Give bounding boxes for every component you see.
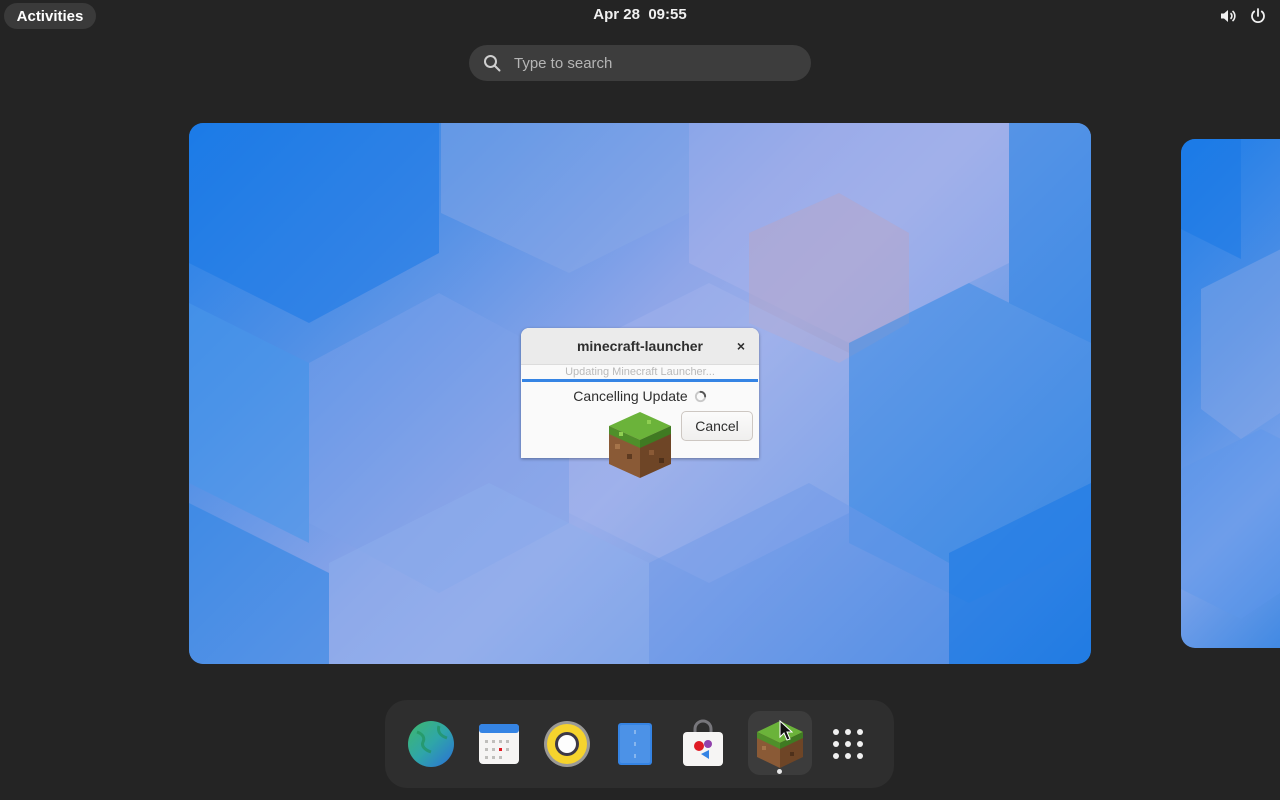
dash-item-text-editor[interactable] xyxy=(609,718,661,770)
dash-item-calendar[interactable] xyxy=(473,718,525,770)
wallpaper-next xyxy=(1181,139,1280,619)
dash-item-web-browser[interactable] xyxy=(405,718,457,770)
dash xyxy=(385,700,894,788)
search-icon xyxy=(484,55,501,72)
status-text: Cancelling Update xyxy=(573,388,688,404)
search-entry[interactable] xyxy=(469,45,811,81)
show-apps-button[interactable] xyxy=(822,718,874,770)
top-bar: Activities Apr 28 09:55 xyxy=(0,0,1280,32)
activities-button[interactable]: Activities xyxy=(4,3,96,29)
grass-block-icon xyxy=(609,412,671,478)
activities-label: Activities xyxy=(16,7,84,25)
volume-icon[interactable] xyxy=(1218,6,1238,26)
workspace-thumbnail-next[interactable] xyxy=(1181,139,1280,648)
cancel-button[interactable]: Cancel xyxy=(681,411,753,441)
progress-bar xyxy=(522,379,758,382)
dialog-status: Cancelling Update xyxy=(521,388,759,404)
system-tray[interactable] xyxy=(1218,6,1268,26)
dialog-title: minecraft-launcher xyxy=(576,338,704,354)
clock: Apr 28 09:55 xyxy=(0,6,1280,23)
calendar-icon xyxy=(479,724,519,764)
running-indicator xyxy=(777,769,782,774)
speaker-icon xyxy=(544,721,590,767)
close-icon[interactable]: × xyxy=(733,338,749,354)
search-input[interactable] xyxy=(512,53,786,73)
app-grid-icon xyxy=(833,729,863,759)
dialog-header[interactable]: minecraft-launcher × xyxy=(521,328,759,365)
power-icon[interactable] xyxy=(1248,6,1268,26)
dialog-subtitle: Updating Minecraft Launcher... xyxy=(565,366,715,378)
clock-button[interactable]: Apr 28 09:55 xyxy=(593,6,686,23)
dash-item-music-player[interactable] xyxy=(541,718,593,770)
spinner-icon xyxy=(694,390,706,402)
clock-date: Apr 28 xyxy=(593,6,640,23)
globe-icon xyxy=(408,721,454,767)
dash-item-software-store[interactable] xyxy=(677,718,729,770)
mouse-cursor-icon xyxy=(779,720,793,741)
shopping-bag-icon xyxy=(683,719,723,766)
notebook-icon xyxy=(618,723,652,765)
clock-time: 09:55 xyxy=(648,6,687,23)
